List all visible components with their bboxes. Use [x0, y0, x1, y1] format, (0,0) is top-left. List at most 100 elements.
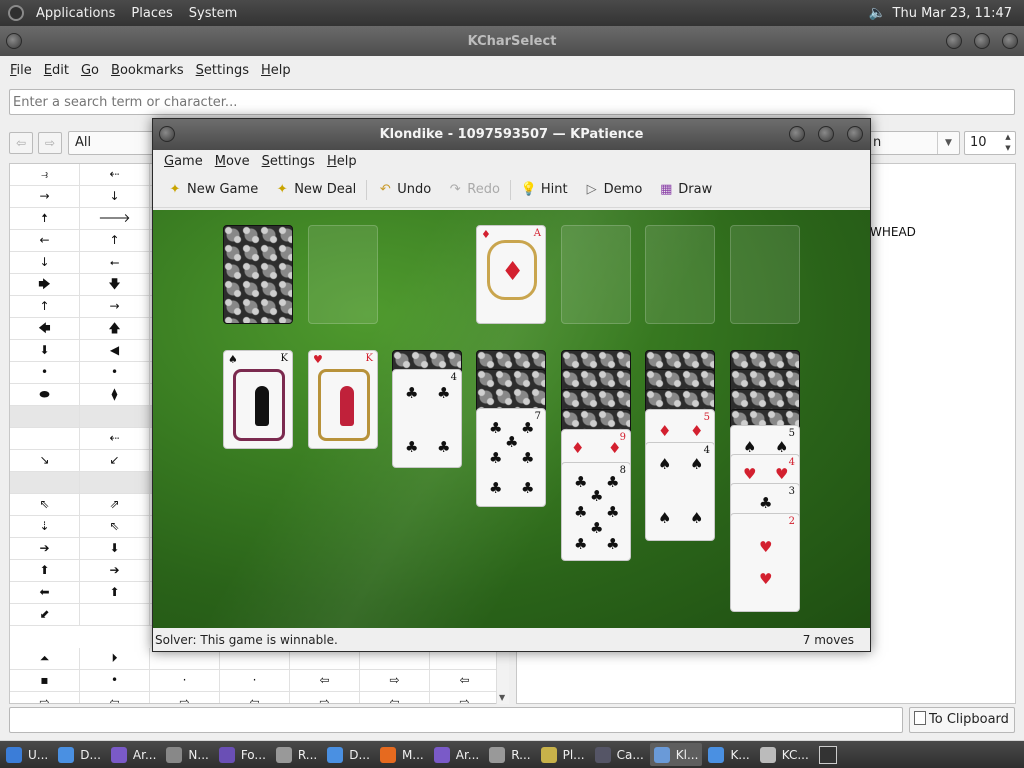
menu-help[interactable]: Help: [255, 63, 297, 78]
taskbar-item[interactable]: N...: [162, 743, 212, 766]
menu-move[interactable]: Move: [209, 154, 256, 169]
character-cell[interactable]: [80, 472, 150, 494]
redo-button[interactable]: ↷ Redo: [439, 175, 508, 205]
volume-icon[interactable]: 🔈: [869, 5, 887, 21]
maximize-icon[interactable]: [818, 126, 834, 142]
character-cell[interactable]: ⭠: [80, 252, 150, 274]
character-cell[interactable]: 🠅: [10, 208, 80, 230]
character-cell[interactable]: 🡆: [10, 274, 80, 296]
character-cell[interactable]: ⬅: [10, 582, 80, 604]
character-cell[interactable]: ⬇: [10, 340, 80, 362]
taskbar-item[interactable]: R...: [272, 743, 321, 766]
character-cell[interactable]: 🡒: [80, 208, 150, 230]
card-table[interactable]: ♦ A ♦ ♠ K ♥ K 4 ♣ ♣ ♣ ♣ 7 ♣ ♣ ♣ ♣ ♣ ♣ ♣ …: [153, 210, 870, 628]
tableau-1-card[interactable]: ♠ K: [223, 350, 293, 449]
character-cell[interactable]: ⇖: [80, 516, 150, 538]
tableau-7-card[interactable]: 2 ♥ ♥: [730, 513, 800, 612]
panel-menu-places[interactable]: Places: [123, 6, 180, 21]
minimize-icon[interactable]: [946, 33, 962, 49]
taskbar-item[interactable]: Ar...: [430, 743, 483, 766]
character-cell[interactable]: ⬆: [10, 560, 80, 582]
draw-button[interactable]: ▦ Draw: [650, 175, 720, 205]
taskbar-item[interactable]: D...: [323, 743, 374, 766]
character-cell[interactable]: →: [10, 186, 80, 208]
search-input[interactable]: [9, 89, 1015, 115]
character-cell[interactable]: ⬇: [80, 538, 150, 560]
tableau-4-card[interactable]: 7 ♣ ♣ ♣ ♣ ♣ ♣ ♣: [476, 408, 546, 507]
menu-bookmarks[interactable]: Bookmarks: [105, 63, 190, 78]
maximize-icon[interactable]: [974, 33, 990, 49]
category-select[interactable]: All: [68, 131, 158, 155]
character-cell[interactable]: ⇦: [220, 692, 290, 703]
foundation-1[interactable]: ♦ A ♦: [476, 225, 546, 324]
taskbar-item[interactable]: Ar...: [107, 743, 160, 766]
demo-button[interactable]: ▷ Demo: [576, 175, 651, 205]
character-cell[interactable]: →: [80, 296, 150, 318]
menu-settings[interactable]: Settings: [190, 63, 255, 78]
character-cell[interactable]: ⇨: [150, 692, 220, 703]
character-cell[interactable]: ↙: [80, 450, 150, 472]
stock-pile[interactable]: [223, 225, 293, 324]
back-arrow-icon[interactable]: ⇦: [9, 132, 33, 154]
tableau-3-card[interactable]: 4 ♣ ♣ ♣ ♣: [392, 369, 462, 468]
character-cell[interactable]: ⇠: [80, 428, 150, 450]
panel-clock[interactable]: Thu Mar 23, 11:47: [887, 6, 1024, 21]
character-cell[interactable]: [10, 406, 80, 428]
character-cell[interactable]: ⥽: [10, 164, 80, 186]
taskbar-item[interactable]: Kl...: [649, 743, 703, 766]
character-cell[interactable]: ·: [150, 670, 220, 692]
forward-arrow-icon[interactable]: ⇨: [38, 132, 62, 154]
character-cell[interactable]: ↓: [80, 186, 150, 208]
character-cell[interactable]: ➔: [10, 538, 80, 560]
window-menu-icon[interactable]: [159, 126, 175, 142]
spin-arrows-icon[interactable]: ▲ ▼: [1001, 132, 1015, 154]
foundation-3[interactable]: [645, 225, 715, 324]
character-cell[interactable]: 🡄: [10, 318, 80, 340]
character-cell[interactable]: ⇦: [360, 692, 430, 703]
kpatience-titlebar[interactable]: Klondike - 1097593507 — KPatience: [153, 119, 870, 150]
character-cell[interactable]: ◀: [80, 340, 150, 362]
menu-game[interactable]: Game: [158, 154, 209, 169]
kcharselect-titlebar[interactable]: KCharSelect: [0, 26, 1024, 56]
character-cell[interactable]: ⇨: [430, 692, 500, 703]
new-deal-button[interactable]: ✦ New Deal: [266, 175, 364, 205]
taskbar-item[interactable]: KC...: [756, 743, 813, 766]
character-cell[interactable]: ⇨: [290, 692, 360, 703]
character-cell[interactable]: ⬋: [10, 604, 80, 626]
window-menu-icon[interactable]: [6, 33, 22, 49]
taskbar-item[interactable]: Pl...: [537, 743, 589, 766]
to-clipboard-button[interactable]: To Clipboard: [909, 707, 1015, 733]
text-to-copy-field[interactable]: [9, 707, 903, 733]
taskbar-item[interactable]: Ca...: [591, 743, 648, 766]
character-cell[interactable]: ▪: [10, 670, 80, 692]
font-select[interactable]: n ▼: [868, 131, 960, 155]
foundation-2[interactable]: [561, 225, 631, 324]
character-cell[interactable]: ⬆: [80, 582, 150, 604]
character-cell[interactable]: •: [80, 362, 150, 384]
character-cell[interactable]: [10, 428, 80, 450]
character-cell[interactable]: [10, 472, 80, 494]
character-cell[interactable]: 🡅: [80, 318, 150, 340]
taskbar-item[interactable]: D...: [54, 743, 105, 766]
character-cell[interactable]: ⏵: [80, 648, 150, 670]
taskbar-item[interactable]: R...: [485, 743, 534, 766]
menu-go[interactable]: Go: [75, 63, 105, 78]
character-cell[interactable]: ←: [10, 230, 80, 252]
menu-help[interactable]: Help: [321, 154, 363, 169]
panel-menu-applications[interactable]: Applications: [28, 6, 123, 21]
character-cell[interactable]: ➔: [80, 560, 150, 582]
character-cell[interactable]: [80, 406, 150, 428]
new-game-button[interactable]: ✦ New Game: [159, 175, 266, 205]
character-cell[interactable]: [80, 604, 150, 626]
menu-edit[interactable]: Edit: [38, 63, 75, 78]
character-cell[interactable]: ⇦: [290, 670, 360, 692]
scroll-down-icon[interactable]: ▼: [499, 693, 505, 702]
character-cell[interactable]: ⬬: [10, 384, 80, 406]
foundation-4[interactable]: [730, 225, 800, 324]
character-cell[interactable]: ⇨: [360, 670, 430, 692]
tableau-6-card[interactable]: 4 ♠ ♠ ♠ ♠: [645, 442, 715, 541]
character-cell[interactable]: ⇦: [430, 670, 500, 692]
menu-file[interactable]: File: [4, 63, 38, 78]
distro-logo-icon[interactable]: [8, 5, 24, 21]
character-cell[interactable]: •: [80, 670, 150, 692]
